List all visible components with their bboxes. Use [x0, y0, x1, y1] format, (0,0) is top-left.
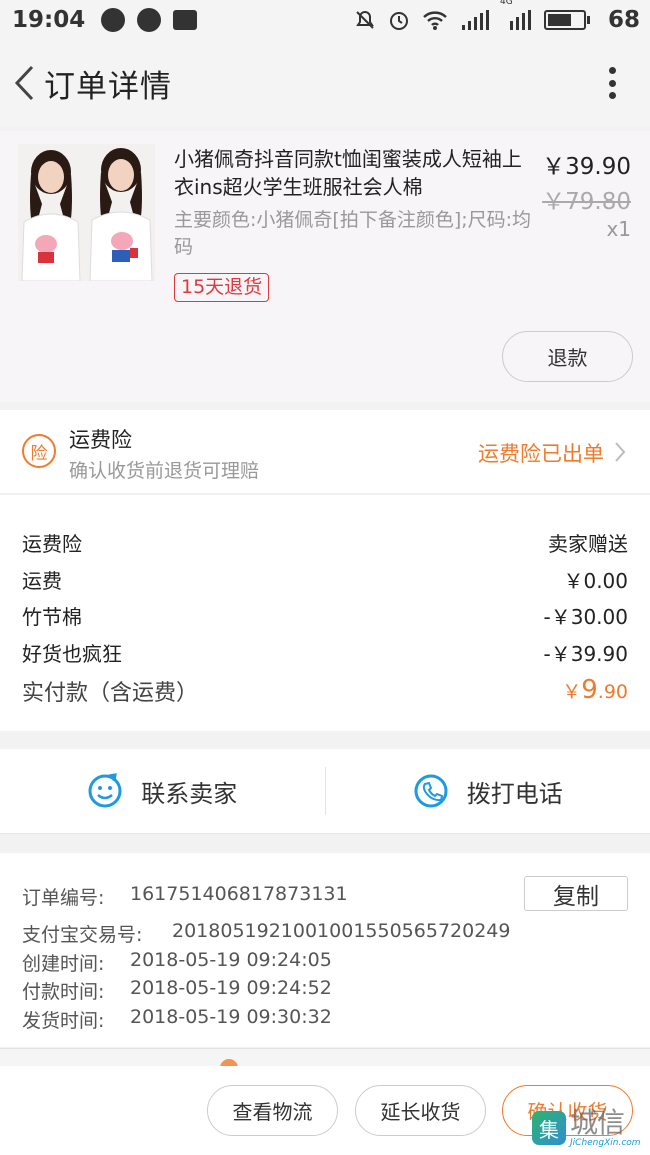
- alipay-row: 支付宝交易号: 2018051921001001550565720249: [22, 920, 510, 947]
- app-notification-icon: [101, 8, 126, 32]
- fee-summary: 运费险 卖家赠送 运费 ￥0.00 竹节棉 -￥30.00 好货也疯狂 -￥39…: [0, 495, 650, 731]
- contact-seller-label: 联系卖家: [141, 779, 238, 808]
- fee-value: -￥39.90: [543, 642, 628, 666]
- mute-icon: [356, 10, 374, 29]
- insurance-title: 运费险: [69, 428, 132, 452]
- total-amount: ￥9.90: [562, 675, 628, 705]
- fee-row: 运费险 卖家赠送: [22, 528, 628, 557]
- shipping-insurance-row[interactable]: 险 运费险 确认收货前退货可理赔 运费险已出单: [0, 410, 650, 494]
- battery-fill: [547, 14, 572, 26]
- fee-label: 竹节棉: [22, 605, 82, 629]
- chat-smile-icon: [88, 773, 122, 808]
- paid-row: 付款时间: 2018-05-19 09:24:52: [22, 977, 332, 1004]
- paid-time: 2018-05-19 09:24:52: [130, 977, 332, 999]
- watermark: 集 城信 JiChengXin.com: [532, 1104, 650, 1152]
- insurance-subtitle: 确认收货前退货可理赔: [69, 460, 260, 482]
- fee-value: -￥30.00: [543, 605, 628, 629]
- scroll-peek: [0, 1048, 650, 1066]
- alarm-icon: [389, 12, 408, 30]
- product-title[interactable]: 小猪佩奇抖音同款t恤闺蜜装成人短袖上衣ins超火学生班服社会人棉: [174, 145, 534, 201]
- battery-percent: 68: [607, 7, 640, 33]
- page-title: 订单详情: [44, 68, 172, 105]
- watermark-url: JiChengXin.com: [570, 1137, 641, 1148]
- copy-button[interactable]: 复制: [524, 876, 628, 911]
- product-image: [18, 144, 155, 281]
- created-row: 创建时间: 2018-05-19 09:24:05: [22, 949, 332, 976]
- created-time: 2018-05-19 09:24:05: [130, 949, 332, 971]
- phone-icon: [414, 774, 448, 808]
- product-original-price: ￥79.80: [542, 189, 631, 215]
- refund-button[interactable]: 退款: [502, 331, 633, 382]
- product-card[interactable]: 小猪佩奇抖音同款t恤闺蜜装成人短袖上衣ins超火学生班服社会人棉 主要颜色:小猪…: [0, 131, 650, 402]
- fee-value: ￥0.00: [563, 569, 628, 593]
- shipped-time: 2018-05-19 09:30:32: [130, 1006, 332, 1028]
- product-quantity: x1: [606, 217, 631, 241]
- product-sku: 主要颜色:小猪佩奇[拍下备注颜色];尺码:均码: [174, 209, 532, 258]
- order-number-label: 订单编号:: [22, 887, 105, 909]
- fee-row: 竹节棉 -￥30.00: [22, 601, 628, 630]
- back-button[interactable]: [4, 53, 44, 113]
- shipped-row: 发货时间: 2018-05-19 09:30:32: [22, 1006, 332, 1033]
- insurance-status: 运费险已出单: [478, 442, 604, 466]
- order-number: 161751406817873131: [130, 883, 348, 905]
- more-vertical-icon: [608, 67, 616, 74]
- fee-label: 运费险: [22, 532, 82, 556]
- wifi-icon: [423, 11, 447, 30]
- watermark-logo-icon: 集: [532, 1111, 566, 1145]
- fee-value: 卖家赠送: [548, 532, 628, 556]
- total-row: 实付款（含运费） ￥9.90: [22, 675, 628, 707]
- fee-row: 运费 ￥0.00: [22, 565, 628, 594]
- status-time: 19:04: [12, 7, 86, 33]
- status-bar: 19:04 4G 68: [0, 0, 650, 40]
- insurance-icon: 险: [22, 434, 56, 468]
- return-policy-badge: 15天退货: [174, 273, 270, 302]
- alipay-number: 2018051921001001550565720249: [172, 920, 511, 942]
- contact-seller-button[interactable]: 联系卖家: [0, 749, 325, 833]
- order-number-row: 订单编号: 161751406817873131: [22, 883, 348, 910]
- product-price: ￥39.90: [542, 154, 631, 180]
- fee-label: 好货也疯狂: [22, 642, 122, 666]
- created-label: 创建时间:: [22, 953, 105, 975]
- fee-row: 好货也疯狂 -￥39.90: [22, 638, 628, 667]
- product-thumbnail[interactable]: [18, 144, 155, 281]
- call-button[interactable]: 拨打电话: [326, 749, 650, 833]
- signal-icon: [461, 10, 489, 30]
- call-label: 拨打电话: [466, 779, 563, 808]
- extend-receipt-button[interactable]: 延长收货: [355, 1085, 486, 1136]
- shipped-label: 发货时间:: [22, 1010, 105, 1032]
- chat-notification-icon: [137, 8, 162, 32]
- more-button[interactable]: [602, 63, 622, 103]
- image-notification-icon: [173, 10, 198, 30]
- chevron-left-icon: [14, 65, 34, 101]
- signal-4g-icon: [509, 10, 531, 30]
- chevron-right-icon: [615, 442, 626, 462]
- paid-label: 付款时间:: [22, 981, 105, 1003]
- header: 订单详情: [0, 40, 650, 126]
- network-type: 4G: [499, 0, 513, 7]
- battery-icon: [543, 10, 590, 30]
- watermark-text: 城信: [570, 1105, 625, 1139]
- fee-label: 运费: [22, 569, 62, 593]
- total-label: 实付款（含运费）: [22, 681, 199, 706]
- contact-bar: 联系卖家 拨打电话: [0, 749, 650, 834]
- view-logistics-button[interactable]: 查看物流: [207, 1085, 338, 1136]
- alipay-label: 支付宝交易号:: [22, 924, 143, 946]
- order-info: 订单编号: 161751406817873131 复制 支付宝交易号: 2018…: [0, 853, 650, 1047]
